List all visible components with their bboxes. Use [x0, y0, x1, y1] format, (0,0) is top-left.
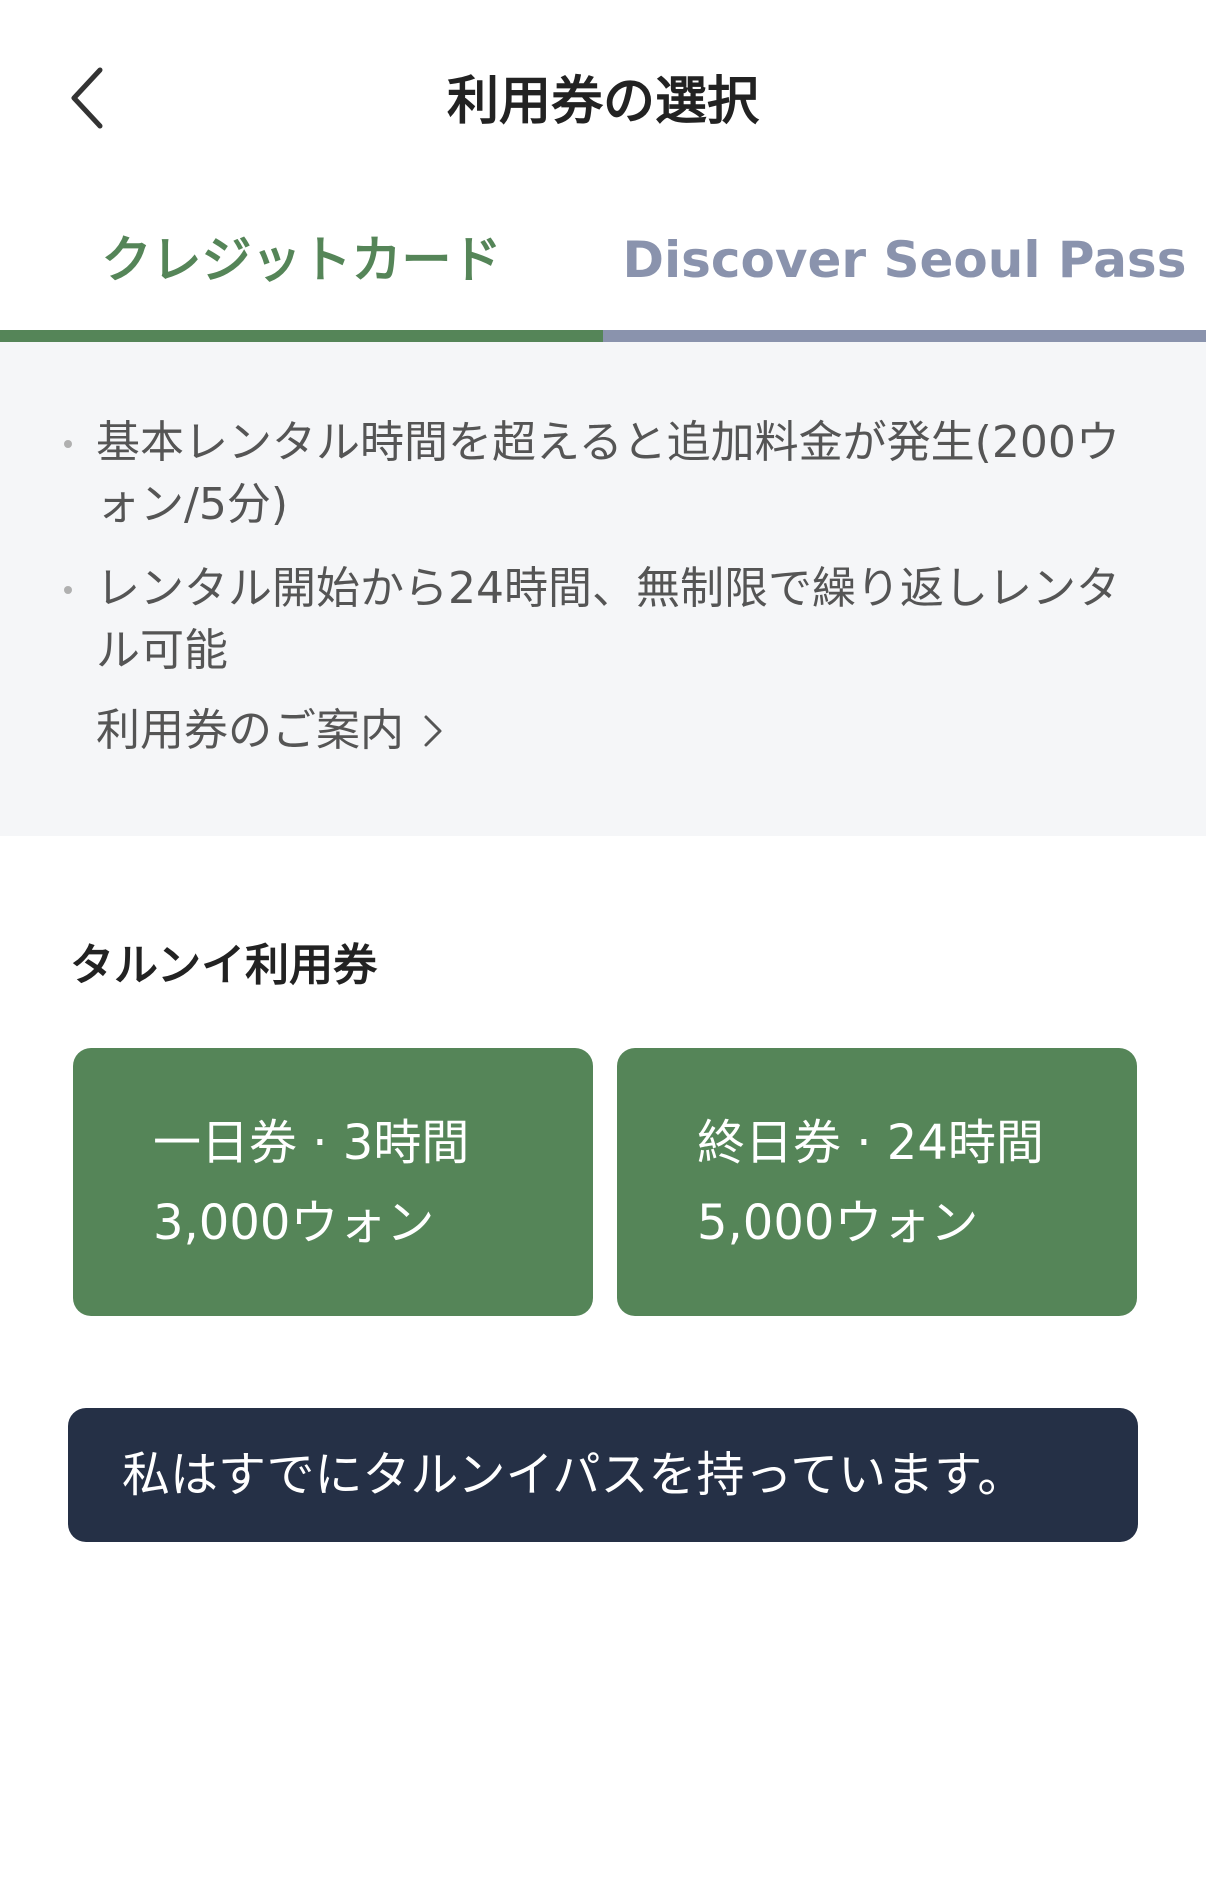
bullet-dot — [64, 440, 72, 448]
tab-credit-card[interactable]: クレジットカード — [0, 210, 603, 342]
ticket-option-all-day[interactable]: 終日券 · 24時間 5,000ウォン — [617, 1048, 1137, 1316]
tab-credit-card-label: クレジットカード — [101, 231, 502, 289]
info-item-extra-fee: 基本レンタル時間を超えると追加料金が発生(200ウォン/5分) — [64, 412, 1124, 536]
info-panel: 基本レンタル時間を超えると追加料金が発生(200ウォン/5分) レンタル開始から… — [0, 342, 1206, 836]
ticket-guide-link-label: 利用券のご案内 — [96, 705, 404, 756]
page-title: 利用券の選択 — [446, 72, 759, 132]
ticket-name: 一日券 · 3時間 — [153, 1115, 470, 1171]
ticket-guide-link[interactable]: 利用券のご案内 — [96, 700, 446, 762]
tab-discover-seoul-pass-label: Discover Seoul Pass — [622, 231, 1187, 289]
payment-tabs: クレジットカード Discover Seoul Pass — [0, 210, 1206, 342]
section-title: タルンイ利用券 — [70, 940, 378, 991]
chevron-right-icon — [424, 715, 442, 747]
header: 利用券の選択 — [0, 0, 1206, 200]
ticket-price: 5,000ウォン — [697, 1195, 979, 1251]
tab-discover-seoul-pass-underline — [603, 330, 1206, 342]
tab-discover-seoul-pass[interactable]: Discover Seoul Pass — [603, 210, 1206, 342]
bullet-dot — [64, 586, 72, 594]
tab-credit-card-underline — [0, 330, 603, 342]
already-have-pass-button[interactable]: 私はすでにタルンイパスを持っています。 — [68, 1408, 1138, 1542]
info-item-text: レンタル開始から24時間、無制限で繰り返しレンタル可能 — [96, 563, 1120, 676]
info-item-text: 基本レンタル時間を超えると追加料金が発生(200ウォン/5分) — [96, 417, 1120, 530]
ticket-price: 3,000ウォン — [153, 1195, 435, 1251]
info-item-unlimited-rental: レンタル開始から24時間、無制限で繰り返しレンタル可能 — [64, 558, 1124, 682]
ticket-name: 終日券 · 24時間 — [697, 1115, 1044, 1171]
ticket-option-one-day[interactable]: 一日券 · 3時間 3,000ウォン — [73, 1048, 593, 1316]
already-have-pass-label: 私はすでにタルンイパスを持っています。 — [122, 1447, 1026, 1503]
